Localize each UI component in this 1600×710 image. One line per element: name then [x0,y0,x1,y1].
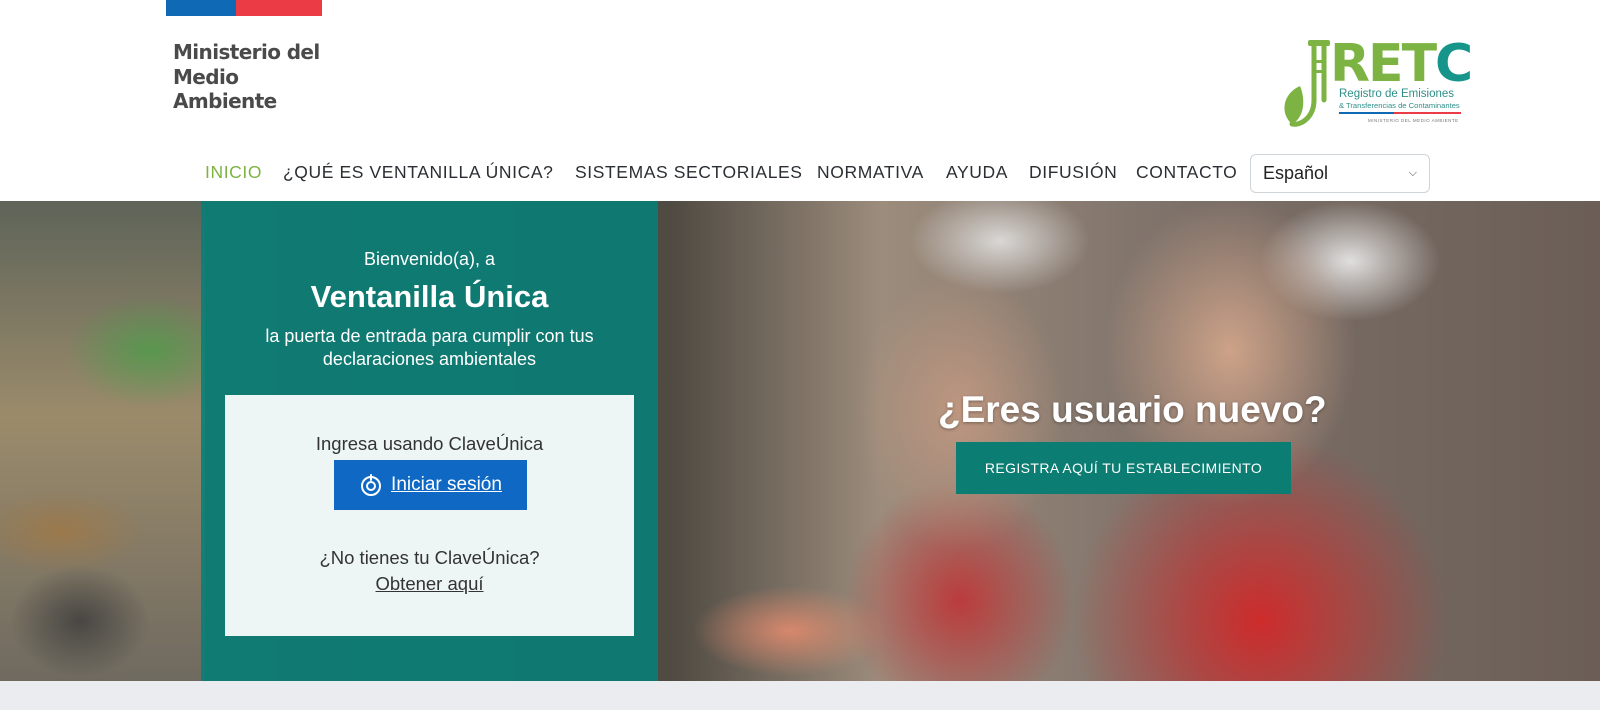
main-nav: INICIO ¿QUÉ ES VENTANILLA ÚNICA? SISTEMA… [0,148,1600,194]
new-user-heading: ¿Eres usuario nuevo? [938,389,1327,430]
nav-item-inicio[interactable]: INICIO [205,162,262,183]
welcome-description: la puerta de entrada para cumplir con tu… [265,326,594,369]
hero-background-left [0,201,205,681]
nav-item-ayuda[interactable]: AYUDA [946,162,1008,183]
gov-color-bar [166,0,322,16]
nav-item-contacto[interactable]: CONTACTO [1136,162,1237,183]
ministry-line-2: Medio [173,64,239,89]
login-card: Ingresa usando ClaveÚnica Iniciar sesión… [225,395,634,636]
retc-subtitle-3: MINISTERIO DEL MEDIO AMBIENTE [1368,118,1459,123]
retc-logo[interactable]: RETC Registro de Emisiones & Transferenc… [1278,34,1473,128]
nav-item-que-es[interactable]: ¿QUÉ ES VENTANILLA ÚNICA? [283,162,553,183]
language-selected-value: Español [1263,163,1329,183]
chevron-down-icon: ⌵ [1408,167,1417,179]
login-prompt: Ingresa usando ClaveÚnica [315,433,544,454]
hero-banner: Bienvenido(a), a Ventanilla Única la pue… [0,201,1600,681]
claveunica-icon [361,474,382,496]
language-select[interactable]: Español ⌵ [1250,154,1430,193]
nav-item-difusion[interactable]: DIFUSIÓN [1029,162,1117,183]
retc-wordmark: RETC [1330,34,1473,94]
no-claveunica-text: ¿No tienes tu ClaveÚnica? [319,547,540,568]
ministry-line-3: Ambiente [173,89,277,113]
retc-subtitle-2: & Transferencias de Contaminantes [1339,101,1460,110]
nav-item-sistemas[interactable]: SISTEMAS SECTORIALES [575,162,803,183]
footer-strip [0,681,1600,710]
nav-item-normativa[interactable]: NORMATIVA [817,162,924,183]
register-establishment-button[interactable]: REGISTRA AQUÍ TU ESTABLECIMIENTO [956,442,1291,494]
gov-bar-red [236,0,322,16]
welcome-greeting: Bienvenido(a), a [363,249,496,269]
retc-subtitle-1: Registro de Emisiones [1339,88,1455,100]
welcome-title: Ventanilla Única [310,279,549,314]
leaf-tube-icon [1284,40,1330,127]
welcome-panel: Bienvenido(a), a Ventanilla Única la pue… [201,201,658,681]
login-button-label: Iniciar sesión [391,474,502,495]
ministry-logo[interactable]: Ministerio del Medio Ambiente [173,40,320,114]
login-button[interactable]: Iniciar sesión [334,460,527,510]
gov-bar-blue [166,0,236,16]
ministry-line-1: Ministerio del [173,40,320,64]
retc-color-rule [1339,112,1461,114]
get-claveunica-link[interactable]: Obtener aquí [225,573,634,595]
